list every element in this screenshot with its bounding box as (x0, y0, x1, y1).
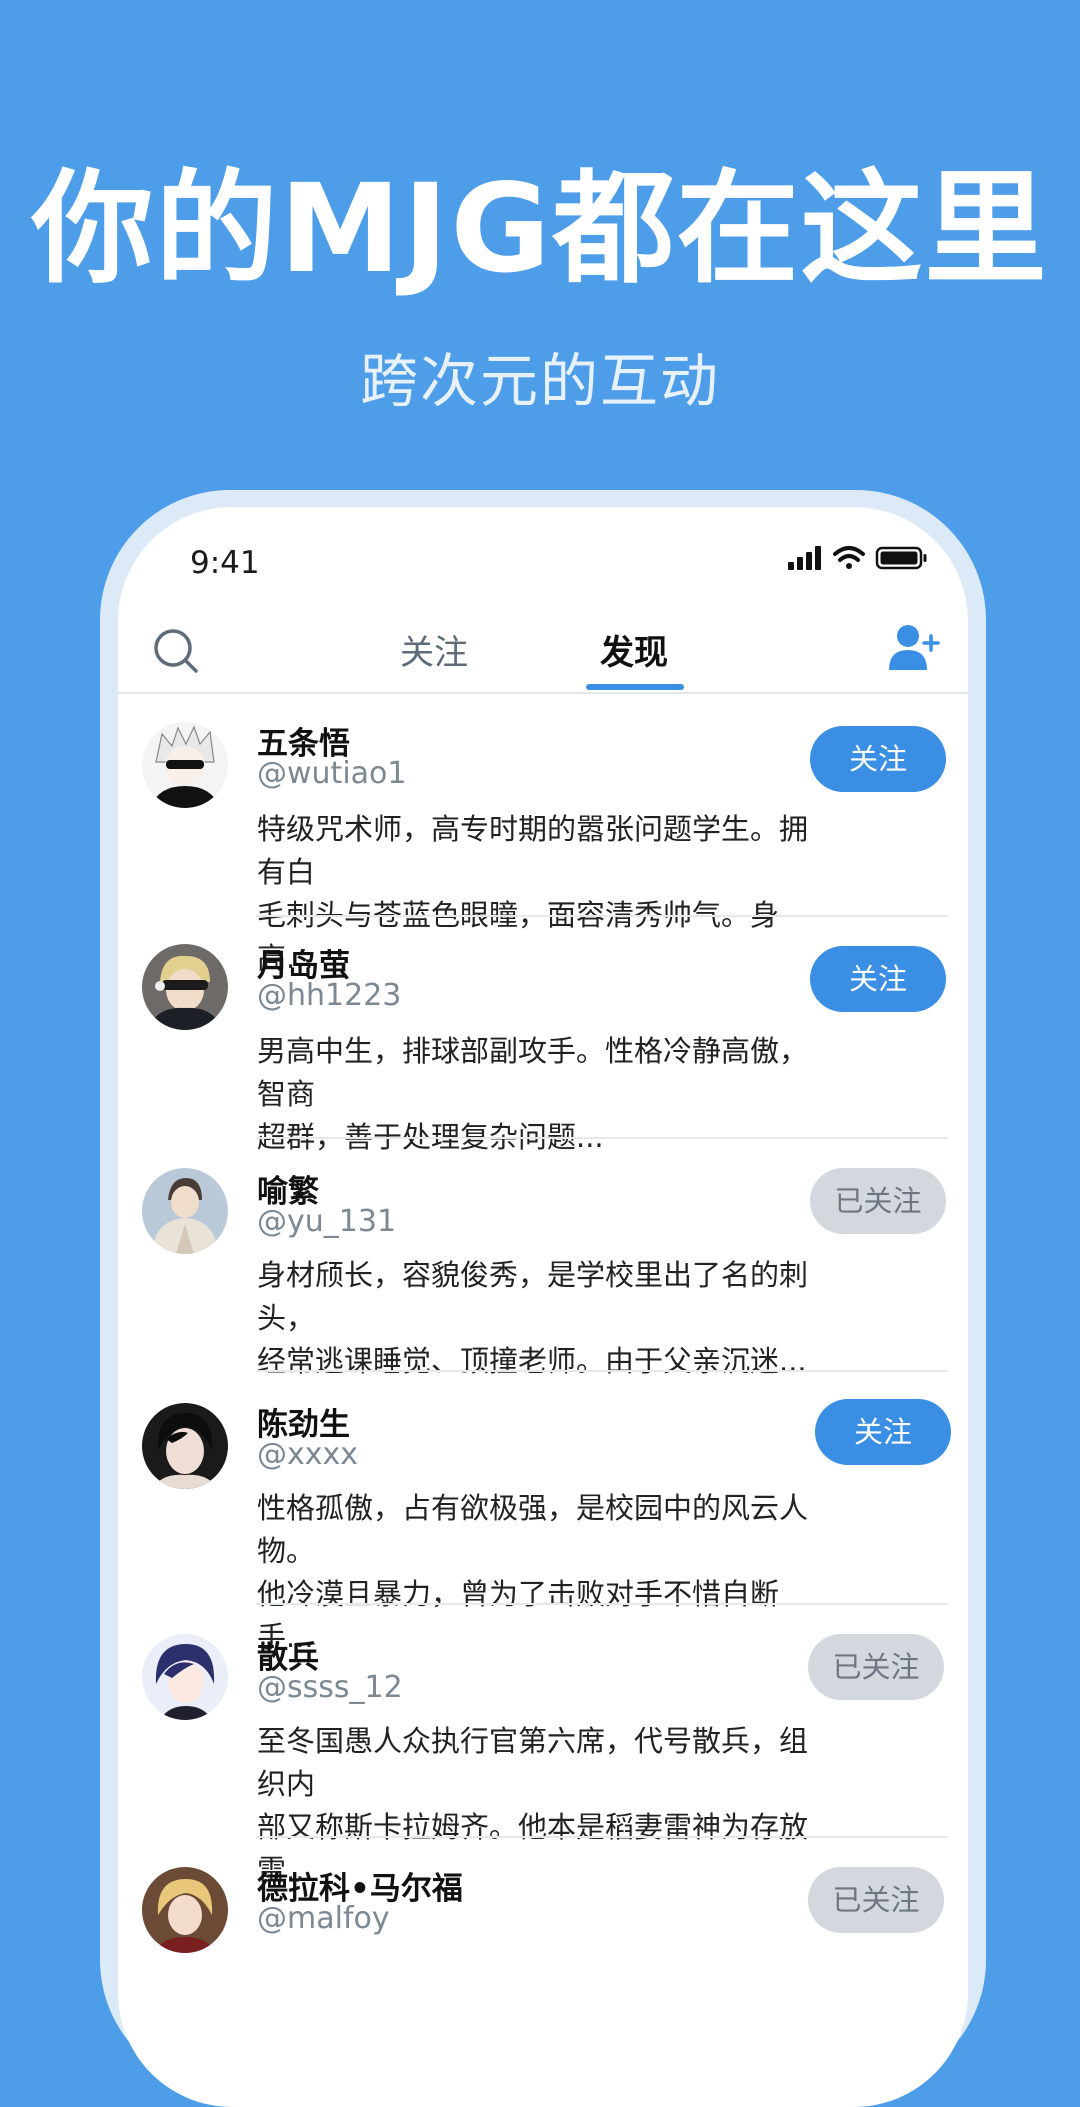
banner-headline: 你的MJG都在这里 (31, 158, 1049, 300)
avatar[interactable] (142, 1168, 228, 1254)
avatar[interactable] (142, 944, 228, 1030)
wifi-icon (833, 546, 865, 569)
followed-button[interactable]: 已关注 (810, 1168, 946, 1234)
tab-following[interactable]: 关注 (400, 625, 468, 674)
status-icons (788, 546, 927, 570)
list-item: 散兵 @ssss_12 至冬国愚人众执行官第六席，代号散兵，组织内 部又称斯卡拉… (118, 1604, 968, 1887)
avatar[interactable] (142, 1867, 228, 1953)
banner-subline: 跨次元的互动 (359, 347, 720, 415)
top-nav: 关注 发现 (118, 607, 968, 691)
list-item: 德拉科•马尔福 @malfoy 已关注 (118, 1837, 968, 1957)
desc-line: 特级咒术师，高专时期的嚣张问题学生。拥有白 (257, 812, 809, 889)
avatar[interactable] (142, 722, 228, 808)
signal-icon (788, 546, 821, 570)
follow-button[interactable]: 关注 (810, 726, 946, 792)
phone-screen: 9:41 关注 发现 五条悟 @wutiao1 特级咒术师，高专时期的嚣张问题学… (118, 507, 968, 2107)
search-icon[interactable] (152, 627, 200, 675)
list-item: 陈劲生 @xxxx 性格孤傲，占有欲极强，是校园中的风云人物。 他冷漠且暴力，曾… (118, 1371, 968, 1654)
add-user-icon[interactable] (888, 622, 940, 674)
avatar[interactable] (142, 1403, 228, 1489)
follow-button[interactable]: 关注 (810, 946, 946, 1012)
user-list: 五条悟 @wutiao1 特级咒术师，高专时期的嚣张问题学生。拥有白 毛刺头与苍… (118, 694, 968, 1957)
desc-line: 身材颀长，容貌俊秀，是学校里出了名的刺头， (257, 1258, 809, 1335)
desc-line: 至冬国愚人众执行官第六席，代号散兵，组织内 (257, 1724, 809, 1801)
desc-line: 性格孤傲，占有欲极强，是校园中的风云人物。 (257, 1491, 809, 1568)
user-handle: @wutiao1 (257, 756, 407, 791)
user-handle: @xxxx (257, 1437, 359, 1472)
battery-icon (875, 546, 927, 570)
followed-button[interactable]: 已关注 (808, 1634, 944, 1700)
tab-discover[interactable]: 发现 (600, 625, 668, 674)
desc-line: 男高中生，排球部副攻手。性格冷静高傲，智商 (257, 1034, 809, 1111)
status-time: 9:41 (190, 545, 260, 581)
user-handle: @ssss_12 (257, 1670, 403, 1705)
list-item: 喻繁 @yu_131 身材颀长，容貌俊秀，是学校里出了名的刺头， 经常逃课睡觉、… (118, 1138, 968, 1378)
follow-button[interactable]: 关注 (815, 1399, 951, 1465)
list-item: 月岛萤 @hh1223 男高中生，排球部副攻手。性格冷静高傲，智商 超群，善于处… (118, 916, 968, 1154)
list-item: 五条悟 @wutiao1 特级咒术师，高专时期的嚣张问题学生。拥有白 毛刺头与苍… (118, 694, 968, 975)
user-handle: @yu_131 (257, 1204, 397, 1239)
active-tab-indicator (586, 684, 684, 690)
user-description: 身材颀长，容貌俊秀，是学校里出了名的刺头， 经常逃课睡觉、顶撞老师。由于父亲沉迷… (257, 1254, 817, 1383)
followed-button[interactable]: 已关注 (808, 1867, 944, 1933)
avatar[interactable] (142, 1634, 228, 1720)
user-handle: @hh1223 (257, 978, 402, 1013)
user-handle: @malfoy (257, 1901, 390, 1936)
